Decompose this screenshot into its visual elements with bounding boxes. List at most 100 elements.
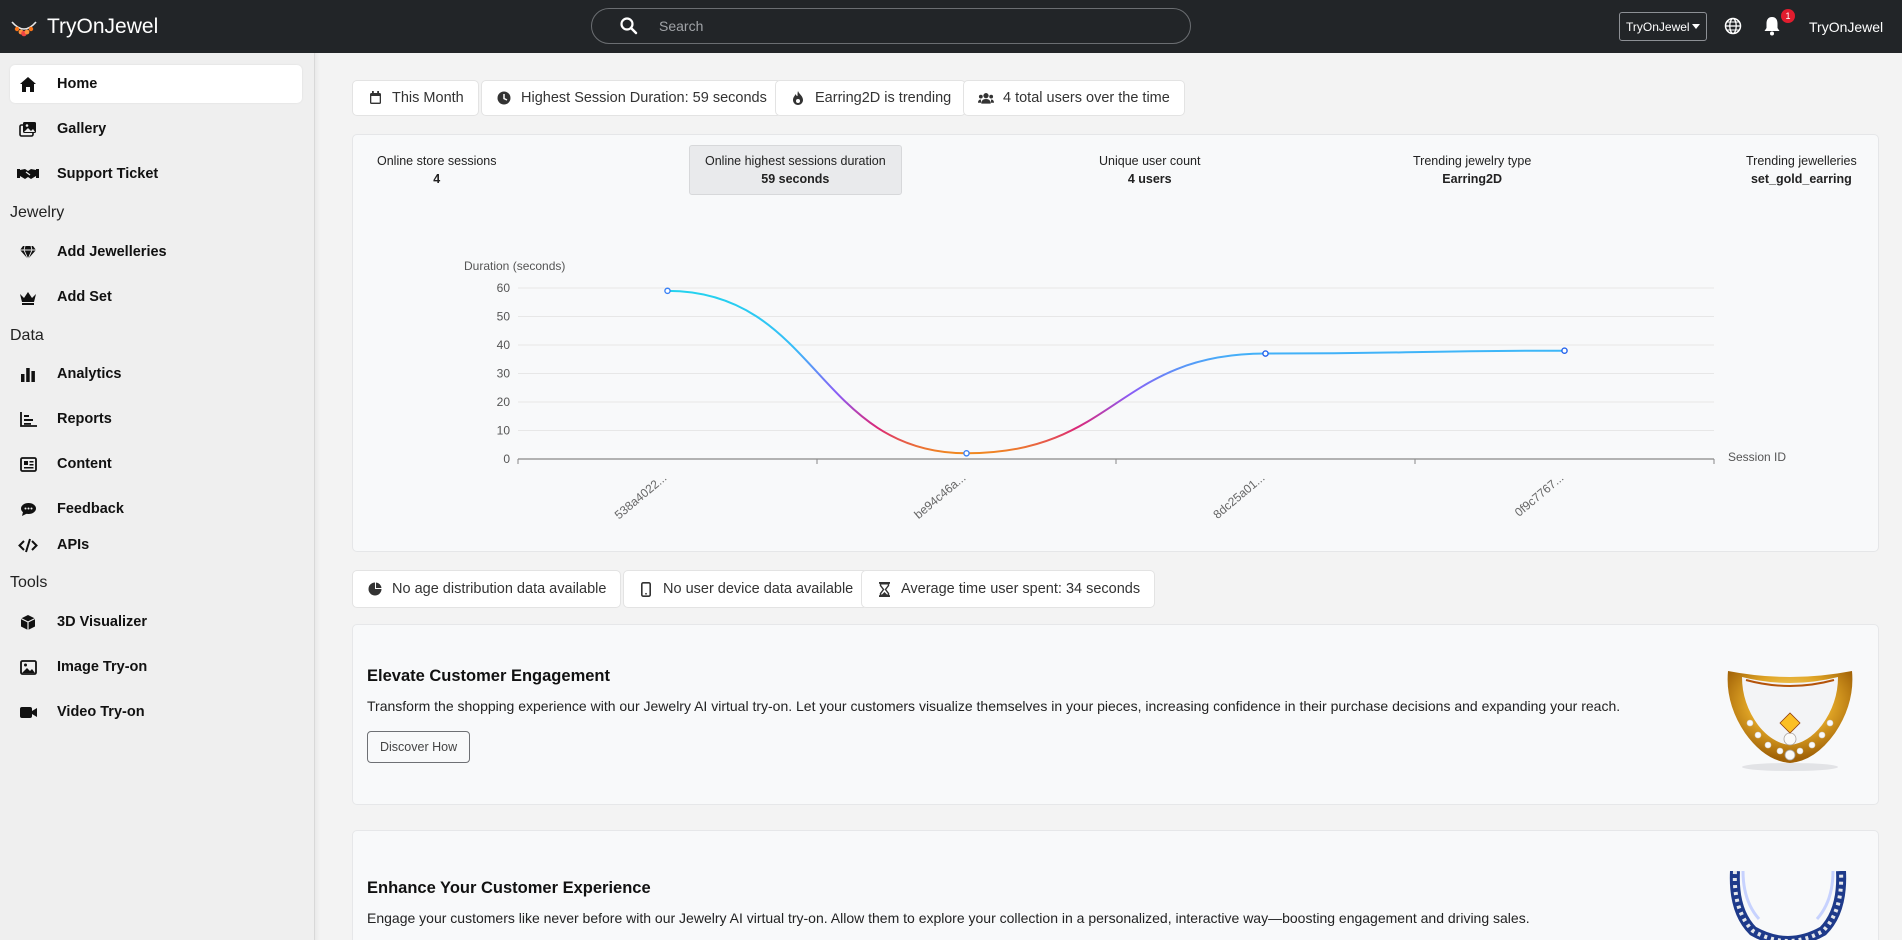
sidebar-item-3d-visualizer[interactable]: 3D Visualizer [10, 603, 302, 641]
series-line [667, 289, 1565, 455]
sidebar-item-support-ticket[interactable]: Support Ticket [10, 155, 302, 193]
tenant-select[interactable]: TryOnJewel [1619, 12, 1707, 41]
y-tick-label: 60 [497, 281, 511, 295]
y-tick-label: 0 [503, 452, 510, 466]
globe-icon[interactable] [1724, 17, 1742, 35]
promo-text: Transform the shopping experience with o… [367, 698, 1621, 714]
sidebar: Home Gallery Support Ticket Jewelry Add … [0, 53, 320, 940]
brand-name: TryOnJewel [47, 14, 159, 38]
filter-pill-label: This Month [392, 90, 464, 106]
code-icon [17, 534, 39, 556]
promo-text: Engage your customers like never before … [367, 910, 1530, 926]
y-tick-label: 10 [497, 424, 511, 438]
users-icon [978, 90, 994, 106]
user-menu[interactable]: TryOnJewel [1809, 0, 1883, 53]
comment-icon [17, 498, 39, 520]
image-icon [17, 656, 39, 678]
sidebar-item-home[interactable]: Home [10, 65, 302, 103]
y-tick-label: 30 [497, 367, 511, 381]
filter-pill-label: 4 total users over the time [1003, 90, 1170, 106]
info-pill-label: No age distribution data available [392, 581, 607, 597]
x-tick-label: 8dc25a01... [1210, 471, 1267, 522]
bar-chart-icon [17, 363, 39, 385]
notification-badge: 1 [1781, 9, 1795, 23]
sidebar-item-gallery[interactable]: Gallery [10, 110, 302, 148]
info-pill-label: No user device data available [663, 581, 854, 597]
home-icon [17, 73, 39, 95]
sidebar-item-label: APIs [57, 537, 90, 553]
sidebar-item-label: Video Try-on [57, 704, 145, 720]
filter-pill-label: Highest Session Duration: 59 seconds [521, 90, 767, 106]
y-tick-label: 40 [497, 338, 511, 352]
sidebar-item-add-jewelleries[interactable]: Add Jewelleries [10, 233, 302, 271]
section-title-tools: Tools [10, 574, 48, 591]
sidebar-item-label: Analytics [57, 366, 122, 382]
filter-pill-trending[interactable]: Earring2D is trending [775, 80, 967, 116]
handshake-icon [17, 163, 39, 185]
sidebar-item-label: Image Try-on [57, 659, 148, 675]
pie-chart-icon [367, 581, 383, 597]
filter-pill-label: Earring2D is trending [815, 90, 952, 106]
y-axis-title: Duration (seconds) [464, 259, 565, 273]
sidebar-item-label: Add Set [57, 289, 112, 305]
blue-necklace-image [1729, 871, 1847, 940]
report-chart-icon [17, 408, 39, 430]
sidebar-item-label: Content [57, 456, 112, 472]
filter-pill-this-month[interactable]: This Month [352, 80, 479, 116]
caret-down-icon [1692, 24, 1700, 29]
promo-card-engagement: Elevate Customer Engagement Transform th… [352, 624, 1879, 805]
data-point[interactable] [1561, 347, 1568, 354]
filter-pill-highest-session[interactable]: Highest Session Duration: 59 seconds [481, 80, 782, 116]
calendar-icon [367, 90, 383, 106]
x-tick-label: be94c46a... [911, 471, 968, 522]
video-icon [17, 701, 39, 723]
fire-icon [790, 90, 806, 106]
cube-icon [17, 611, 39, 633]
sidebar-item-label: Support Ticket [57, 166, 159, 182]
sidebar-item-analytics[interactable]: Analytics [10, 355, 302, 393]
data-point[interactable] [963, 449, 970, 457]
brand-logo-icon [11, 20, 37, 36]
newspaper-icon [17, 453, 39, 475]
crown-icon [17, 286, 39, 308]
sidebar-item-video-try-on[interactable]: Video Try-on [10, 693, 302, 731]
discover-how-button[interactable]: Discover How [367, 731, 471, 763]
session-stats-card: Online store sessions 4 Online highest s… [352, 134, 1879, 552]
info-pill-average-time[interactable]: Average time user spent: 34 seconds [861, 570, 1156, 608]
promo-title: Enhance Your Customer Experience [367, 879, 651, 897]
filter-pill-total-users[interactable]: 4 total users over the time [963, 80, 1185, 116]
tenant-select-value: TryOnJewel [1626, 19, 1690, 34]
search-input[interactable] [659, 18, 1139, 34]
info-pill-age-distribution[interactable]: No age distribution data available [352, 570, 622, 608]
y-tick-label: 50 [497, 310, 511, 324]
gallery-icon [17, 118, 39, 140]
section-title-data: Data [10, 327, 44, 344]
section-title-jewelry: Jewelry [10, 204, 65, 221]
sidebar-item-label: Feedback [57, 501, 124, 517]
info-pill-user-device[interactable]: No user device data available [623, 570, 869, 608]
x-axis-title: Session ID [1728, 450, 1786, 464]
data-point[interactable] [1262, 350, 1269, 357]
top-navbar: TryOnJewel TryOnJewel 1 TryOnJewel [0, 0, 1902, 53]
sidebar-item-add-set[interactable]: Add Set [10, 278, 302, 316]
search-bar[interactable] [591, 8, 1191, 44]
sidebar-item-feedback[interactable]: Feedback [10, 490, 302, 528]
bell-icon[interactable] [1763, 16, 1781, 36]
sidebar-item-reports[interactable]: Reports [10, 400, 302, 438]
clock-icon [496, 90, 512, 106]
sidebar-item-label: Reports [57, 411, 112, 427]
sidebar-item-label: Add Jewelleries [57, 244, 167, 260]
mobile-icon [638, 581, 654, 597]
x-tick-label: 538a4022... [612, 471, 670, 522]
data-point[interactable] [664, 287, 671, 295]
gem-icon [17, 241, 39, 263]
sidebar-item-content[interactable]: Content [10, 445, 302, 483]
session-duration-chart: 0 10 20 30 40 50 60 Duration (seconds) Session I… [464, 259, 1786, 522]
promo-title: Elevate Customer Engagement [367, 667, 610, 685]
info-pill-label: Average time user spent: 34 seconds [901, 581, 1141, 597]
gold-necklace-image [1727, 671, 1853, 771]
sidebar-item-image-try-on[interactable]: Image Try-on [10, 648, 302, 686]
sidebar-item-apis[interactable]: APIs [10, 526, 302, 564]
sidebar-item-label: Gallery [57, 121, 107, 137]
brand[interactable]: TryOnJewel [9, 0, 158, 53]
